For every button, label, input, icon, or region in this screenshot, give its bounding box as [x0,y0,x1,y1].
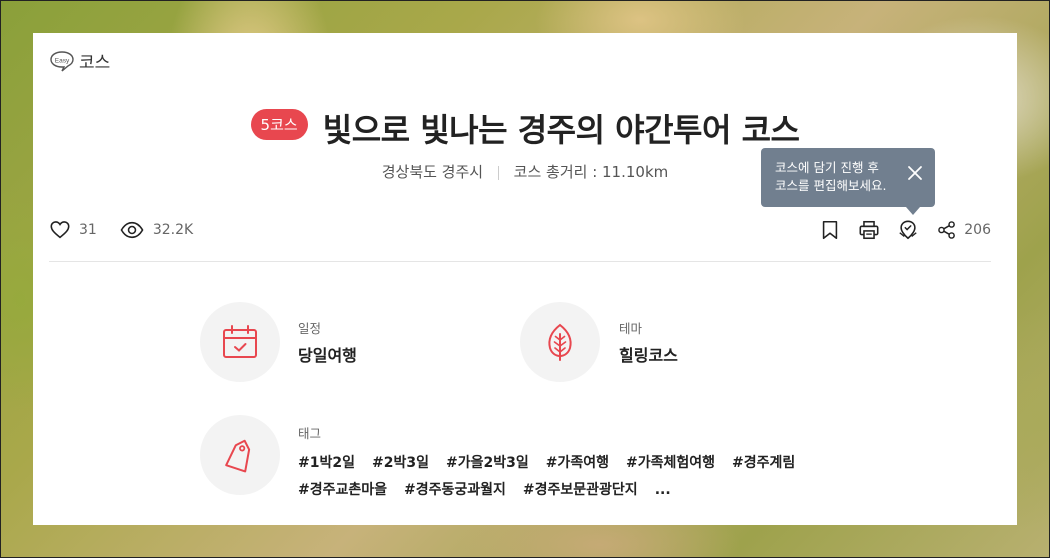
tooltip-line-2: 코스를 편집해보세요. [775,178,887,193]
theme-icon-circle [520,302,600,382]
calendar-icon [223,325,257,358]
tag-item[interactable]: #경주교촌마을 [298,477,387,504]
tag-item[interactable]: #경주보문관광단지 [523,477,638,504]
tag-icon [225,439,251,473]
bookmark-icon[interactable] [819,219,841,241]
distance-text: 코스 총거리 : 11.10km [513,163,669,181]
like-count: 31 [79,222,97,238]
section-divider [49,261,991,262]
tag-item[interactable]: #가족체험여행 [626,450,715,477]
theme-label: 테마 [619,321,643,336]
title-row: 5코스 빛으로 빛나는 경주의 야간투어 코스 [33,105,1017,151]
map-pin-icon[interactable] [897,219,919,241]
heart-icon[interactable] [49,219,71,241]
easy-course-label: 코스 [79,53,111,73]
region-text: 경상북도 경주시 [381,163,484,181]
tag-item[interactable]: #1박2일 [298,450,355,477]
action-bar: 206 [802,219,991,241]
theme-value: 힐링코스 [619,346,678,365]
leaf-icon [548,323,572,361]
course-edit-tooltip: 코스에 담기 진행 후 코스를 편집해보세요. [761,148,935,215]
schedule-label: 일정 [298,321,322,336]
tag-item[interactable]: #경주계림 [732,450,795,477]
tooltip-line-1: 코스에 담기 진행 후 [775,160,879,175]
more-tags[interactable]: ... [655,477,671,504]
tag-item[interactable]: #경주동궁과월지 [404,477,506,504]
schedule-value: 당일여행 [298,346,357,365]
schedule-icon-circle [200,302,280,382]
close-icon[interactable] [907,165,923,181]
tag-item[interactable]: #가을2박3일 [446,450,529,477]
course-detail-card: Easy 코스 5코스 빛으로 빛나는 경주의 야간투어 코스 경상북도 경주시… [33,33,1017,525]
tag-list: #1박2일 #2박3일 #가을2박3일 #가족여행 #가족체험여행 #경주계림 #경주교촌마… [298,450,858,504]
svg-text:Easy: Easy [55,57,70,64]
tags-icon-circle [200,415,280,495]
easy-course-link[interactable]: Easy 코스 [49,48,110,73]
tag-item[interactable]: #2박3일 [372,450,429,477]
course-number-badge: 5코스 [250,108,308,140]
subtitle-divider [497,165,499,180]
page-title: 빛으로 빛나는 경주의 야간투어 코스 [322,111,800,149]
easy-speech-bubble-icon: Easy [50,50,74,72]
stats-bar: 31 32.2K [49,219,193,241]
share-icon[interactable] [936,219,958,241]
printer-icon[interactable] [858,219,880,241]
share-count: 206 [964,222,991,238]
eye-icon [120,221,144,239]
view-count: 32.2K [152,222,194,238]
tag-item[interactable]: #가족여행 [546,450,609,477]
tags-label: 태그 [298,426,322,441]
